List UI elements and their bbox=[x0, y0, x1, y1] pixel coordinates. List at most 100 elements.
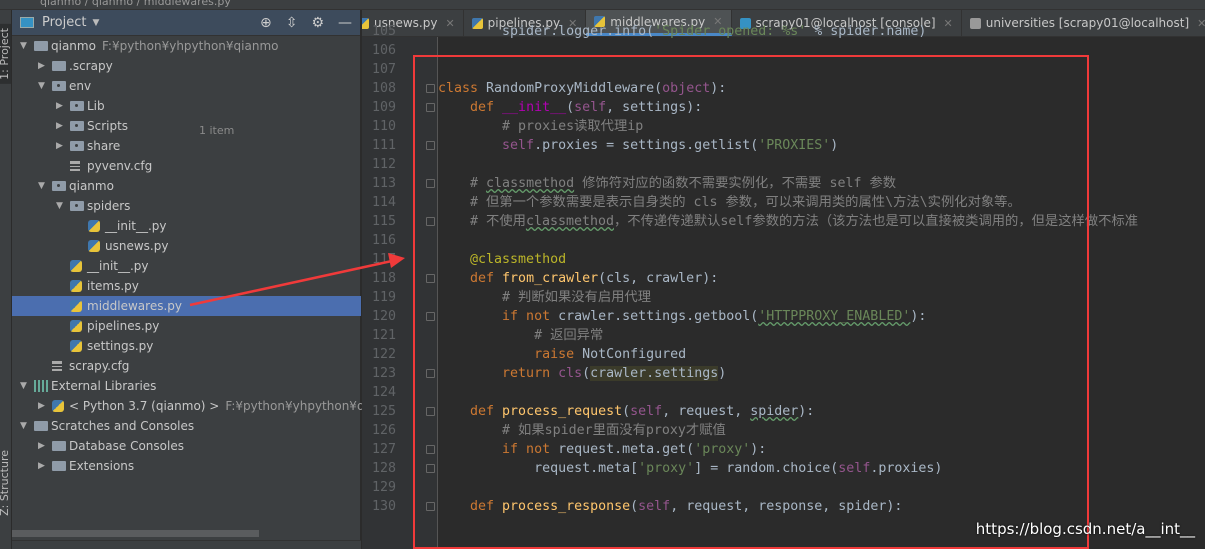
tree-item[interactable]: __init__.py bbox=[12, 256, 361, 276]
fold-marker-icon[interactable] bbox=[426, 84, 435, 93]
code-text: if not request.meta.get('proxy'): bbox=[438, 440, 766, 459]
structure-tool-tab[interactable]: Z: Structure bbox=[0, 450, 11, 516]
code-line: 129 bbox=[362, 478, 1205, 497]
line-number: 124 bbox=[371, 385, 396, 400]
tree-item[interactable]: ▼ spiders bbox=[12, 196, 361, 216]
expanded-arrow-icon[interactable]: ▼ bbox=[20, 416, 32, 436]
fold-marker-icon[interactable] bbox=[426, 103, 435, 112]
tree-item[interactable]: ▶ Database Consoles bbox=[12, 436, 361, 456]
tree-item-name: usnews.py bbox=[105, 239, 169, 253]
code-token: classmethod bbox=[486, 176, 575, 191]
fold-marker-icon[interactable] bbox=[426, 464, 435, 473]
fold-marker-icon[interactable] bbox=[426, 445, 435, 454]
collapsed-arrow-icon[interactable]: ▶ bbox=[56, 96, 68, 116]
code-token: @classmethod bbox=[438, 252, 567, 267]
code-token: def bbox=[438, 100, 503, 115]
tree-item[interactable]: ▶ Extensions bbox=[12, 456, 361, 476]
folder-icon bbox=[70, 121, 84, 131]
code-token: if not bbox=[438, 442, 559, 457]
tree-item[interactable]: ▶ share bbox=[12, 136, 361, 156]
code-token: crawler.settings bbox=[590, 366, 719, 381]
fold-marker-icon[interactable] bbox=[426, 217, 435, 226]
chevron-down-icon[interactable]: ▼ bbox=[92, 18, 99, 28]
tree-item-label: pyvenv.cfg bbox=[87, 156, 152, 176]
collapsed-arrow-icon[interactable]: ▶ bbox=[56, 136, 68, 156]
expanded-arrow-icon[interactable]: ▼ bbox=[20, 36, 32, 56]
tree-item[interactable]: ▶ Scripts bbox=[12, 116, 361, 136]
code-token: , settings): bbox=[606, 100, 703, 115]
horizontal-scrollbar[interactable] bbox=[12, 530, 259, 537]
fold-marker-icon[interactable] bbox=[426, 312, 435, 321]
line-number: 126 bbox=[371, 423, 396, 438]
code-line: 114 # 但第一个参数需要是表示自身类的 cls 参数，可以来调用类的属性\方… bbox=[362, 193, 1205, 212]
line-number: 111 bbox=[371, 138, 396, 153]
expanded-arrow-icon[interactable]: ▼ bbox=[56, 196, 68, 216]
fold-marker-icon[interactable] bbox=[426, 407, 435, 416]
python-file-icon bbox=[70, 340, 82, 352]
locate-icon[interactable]: ⊕ bbox=[260, 15, 272, 31]
code-line: 124 bbox=[362, 383, 1205, 402]
collapse-all-icon[interactable]: ⇳ bbox=[286, 15, 298, 31]
tree-item[interactable]: ▶ .scrapy bbox=[12, 56, 361, 76]
breadcrumb[interactable]: qianmo / qianmo / middlewares.py bbox=[40, 0, 231, 8]
fold-marker-icon[interactable] bbox=[426, 141, 435, 150]
tree-item[interactable]: ▼ External Libraries bbox=[12, 376, 361, 396]
code-line: 119 # 判断如果没有启用代理 bbox=[362, 288, 1205, 307]
tree-item[interactable]: ▶ < Python 3.7 (qianmo) > F:¥python¥yhpyth… bbox=[12, 396, 402, 416]
line-number: 125 bbox=[371, 404, 396, 419]
expanded-arrow-icon[interactable]: ▼ bbox=[38, 176, 50, 196]
minimize-icon[interactable]: — bbox=[338, 15, 352, 31]
code-line: 120 if not crawler.settings.getbool('HTT… bbox=[362, 307, 1205, 326]
tree-item[interactable]: usnews.py bbox=[12, 236, 361, 256]
code-line: 109 def __init__(self, settings): bbox=[362, 98, 1205, 117]
tree-item-name: scrapy.cfg bbox=[69, 359, 130, 373]
tree-item-name: qianmo bbox=[51, 39, 96, 53]
code-editor[interactable]: 105 spider.logger.info('Spider opened: %… bbox=[362, 22, 1205, 549]
tree-item[interactable]: scrapy.cfg bbox=[12, 356, 361, 376]
tree-item[interactable]: ▶ Lib bbox=[12, 96, 361, 116]
code-token: ( bbox=[566, 100, 575, 115]
line-number: 118 bbox=[371, 271, 396, 286]
project-tool-tab[interactable]: 1: Project bbox=[0, 24, 11, 84]
tree-item[interactable]: items.py bbox=[12, 276, 361, 296]
tree-item[interactable]: pyvenv.cfg bbox=[12, 156, 361, 176]
fold-marker-icon[interactable] bbox=[426, 369, 435, 378]
tree-item[interactable]: ▼ qianmo F:¥python¥yhpython¥qianmo bbox=[12, 36, 361, 56]
project-window-icon bbox=[20, 17, 34, 28]
gear-icon[interactable]: ⚙ bbox=[311, 15, 324, 31]
collapsed-arrow-icon[interactable]: ▶ bbox=[38, 436, 50, 456]
folder-icon bbox=[70, 201, 84, 211]
fold-marker-icon[interactable] bbox=[426, 274, 435, 283]
code-token: def bbox=[438, 499, 503, 514]
code-token: def bbox=[438, 271, 503, 286]
fold-marker-icon[interactable] bbox=[426, 179, 435, 188]
collapsed-arrow-icon[interactable]: ▶ bbox=[38, 456, 50, 476]
tree-item-label: spiders bbox=[87, 196, 130, 216]
tree-item-label: < Python 3.7 (qianmo) > F:¥python¥yhpytho… bbox=[69, 396, 402, 416]
tree-item-name: Extensions bbox=[69, 459, 135, 473]
fold-marker-icon[interactable] bbox=[426, 502, 435, 511]
tree-item-name: __init__.py bbox=[105, 219, 167, 233]
expanded-arrow-icon[interactable]: ▼ bbox=[20, 376, 32, 396]
tree-item[interactable]: settings.py bbox=[12, 336, 361, 356]
collapsed-arrow-icon[interactable]: ▶ bbox=[56, 116, 68, 136]
line-number: 116 bbox=[371, 233, 396, 248]
tree-item[interactable]: ▼ Scratches and Consoles bbox=[12, 416, 361, 436]
project-view-selector[interactable]: Project bbox=[42, 15, 86, 30]
tree-item-label: __init__.py bbox=[87, 256, 149, 276]
expanded-arrow-icon[interactable]: ▼ bbox=[38, 76, 50, 96]
tree-item[interactable]: __init__.py bbox=[12, 216, 361, 236]
tree-item[interactable]: pipelines.py bbox=[12, 316, 361, 336]
collapsed-arrow-icon[interactable]: ▶ bbox=[38, 396, 50, 416]
tree-item[interactable]: ▼ qianmo bbox=[12, 176, 361, 196]
collapsed-arrow-icon[interactable]: ▶ bbox=[38, 56, 50, 76]
code-token: # 判断如果没有启用代理 bbox=[438, 290, 652, 305]
code-token: # 返回异常 bbox=[438, 328, 604, 343]
tree-item-label: Scripts bbox=[87, 116, 128, 136]
code-token: RandomProxyMiddleware( bbox=[486, 81, 663, 96]
tree-item[interactable]: ▼ env bbox=[12, 76, 361, 96]
code-token: cls bbox=[558, 366, 583, 381]
line-number: 122 bbox=[371, 347, 396, 362]
tree-item[interactable]: middlewares.py bbox=[12, 296, 361, 316]
tree-item-label: env bbox=[69, 76, 91, 96]
